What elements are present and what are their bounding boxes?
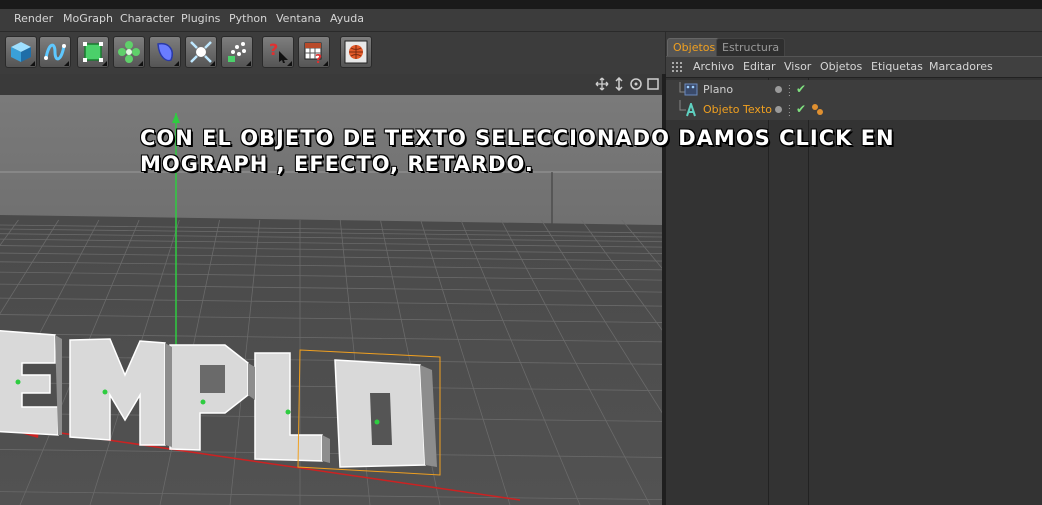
spline-button[interactable]	[39, 36, 71, 68]
move-view-icon[interactable]	[595, 77, 609, 91]
window-top-edge	[0, 0, 1042, 9]
menu-plugins[interactable]: Plugins	[181, 12, 220, 25]
caption-line-2: mograph , efecto, retardo.	[140, 152, 534, 176]
array-button[interactable]	[113, 36, 145, 68]
menu-marcadores[interactable]: Marcadores	[929, 60, 993, 73]
zoom-view-icon[interactable]	[612, 77, 626, 91]
menu-visor[interactable]: Visor	[784, 60, 811, 73]
render-settings-button[interactable]: ?	[298, 36, 330, 68]
help-button[interactable]: ?	[262, 36, 294, 68]
tag-icon[interactable]	[811, 103, 825, 117]
main-menubar: Render MoGraph Character Plugins Python …	[0, 9, 1042, 32]
layer-dots-icon[interactable]: ::	[788, 83, 791, 98]
cube-button[interactable]	[5, 36, 37, 68]
object-row-plano[interactable]: Plano :: ✔	[666, 80, 1042, 100]
menu-editar[interactable]: Editar	[743, 60, 776, 73]
plane-object-icon	[684, 83, 698, 96]
menu-etiquetas[interactable]: Etiquetas	[871, 60, 923, 73]
nurbs-button[interactable]	[77, 36, 109, 68]
object-name: Objeto Texto	[703, 103, 772, 116]
visibility-dot-icon[interactable]	[775, 106, 782, 113]
particles-button[interactable]	[221, 36, 253, 68]
menu-character[interactable]: Character	[120, 12, 174, 25]
tutorial-caption: Con el objeto de texto seleccionado damo…	[140, 125, 1030, 177]
layer-dots-icon[interactable]: ::	[788, 103, 791, 118]
svg-text:?: ?	[269, 40, 278, 59]
menu-ayuda[interactable]: Ayuda	[330, 12, 364, 25]
render-globe-button[interactable]	[340, 36, 372, 68]
object-manager-tabs: Objetos Estructura	[666, 36, 1042, 58]
deformer-button[interactable]	[149, 36, 181, 68]
caption-line-1: Con el objeto de texto seleccionado damo…	[140, 126, 895, 150]
menu-python[interactable]: Python	[229, 12, 267, 25]
rotate-view-icon[interactable]	[629, 77, 643, 91]
viewport-header	[0, 74, 665, 96]
text-object-icon	[686, 103, 696, 117]
menu-objetos[interactable]: Objetos	[820, 60, 862, 73]
object-name: Plano	[703, 83, 734, 96]
visibility-dot-icon[interactable]	[775, 86, 782, 93]
tab-objetos[interactable]: Objetos	[667, 38, 722, 58]
object-manager: Objetos Estructura Archivo Editar Visor …	[666, 32, 1042, 505]
menu-archivo[interactable]: Archivo	[693, 60, 734, 73]
menu-mograph[interactable]: MoGraph	[63, 12, 113, 25]
svg-text:?: ?	[315, 52, 322, 64]
enabled-check-icon[interactable]: ✔	[796, 82, 806, 96]
tab-estructura[interactable]: Estructura	[716, 38, 786, 58]
main-toolbar: ? ?	[0, 32, 665, 74]
menu-ventana[interactable]: Ventana	[276, 12, 321, 25]
render-globe-icon	[344, 40, 368, 64]
menu-render[interactable]: Render	[14, 12, 53, 25]
scene-button[interactable]	[185, 36, 217, 68]
enabled-check-icon[interactable]: ✔	[796, 102, 806, 116]
maximize-view-icon[interactable]	[646, 77, 660, 91]
object-manager-menu: Archivo Editar Visor Objetos Etiquetas M…	[666, 56, 1042, 78]
grip-icon[interactable]	[672, 62, 684, 72]
object-row-objeto-texto[interactable]: Objeto Texto :: ✔	[666, 100, 1042, 120]
